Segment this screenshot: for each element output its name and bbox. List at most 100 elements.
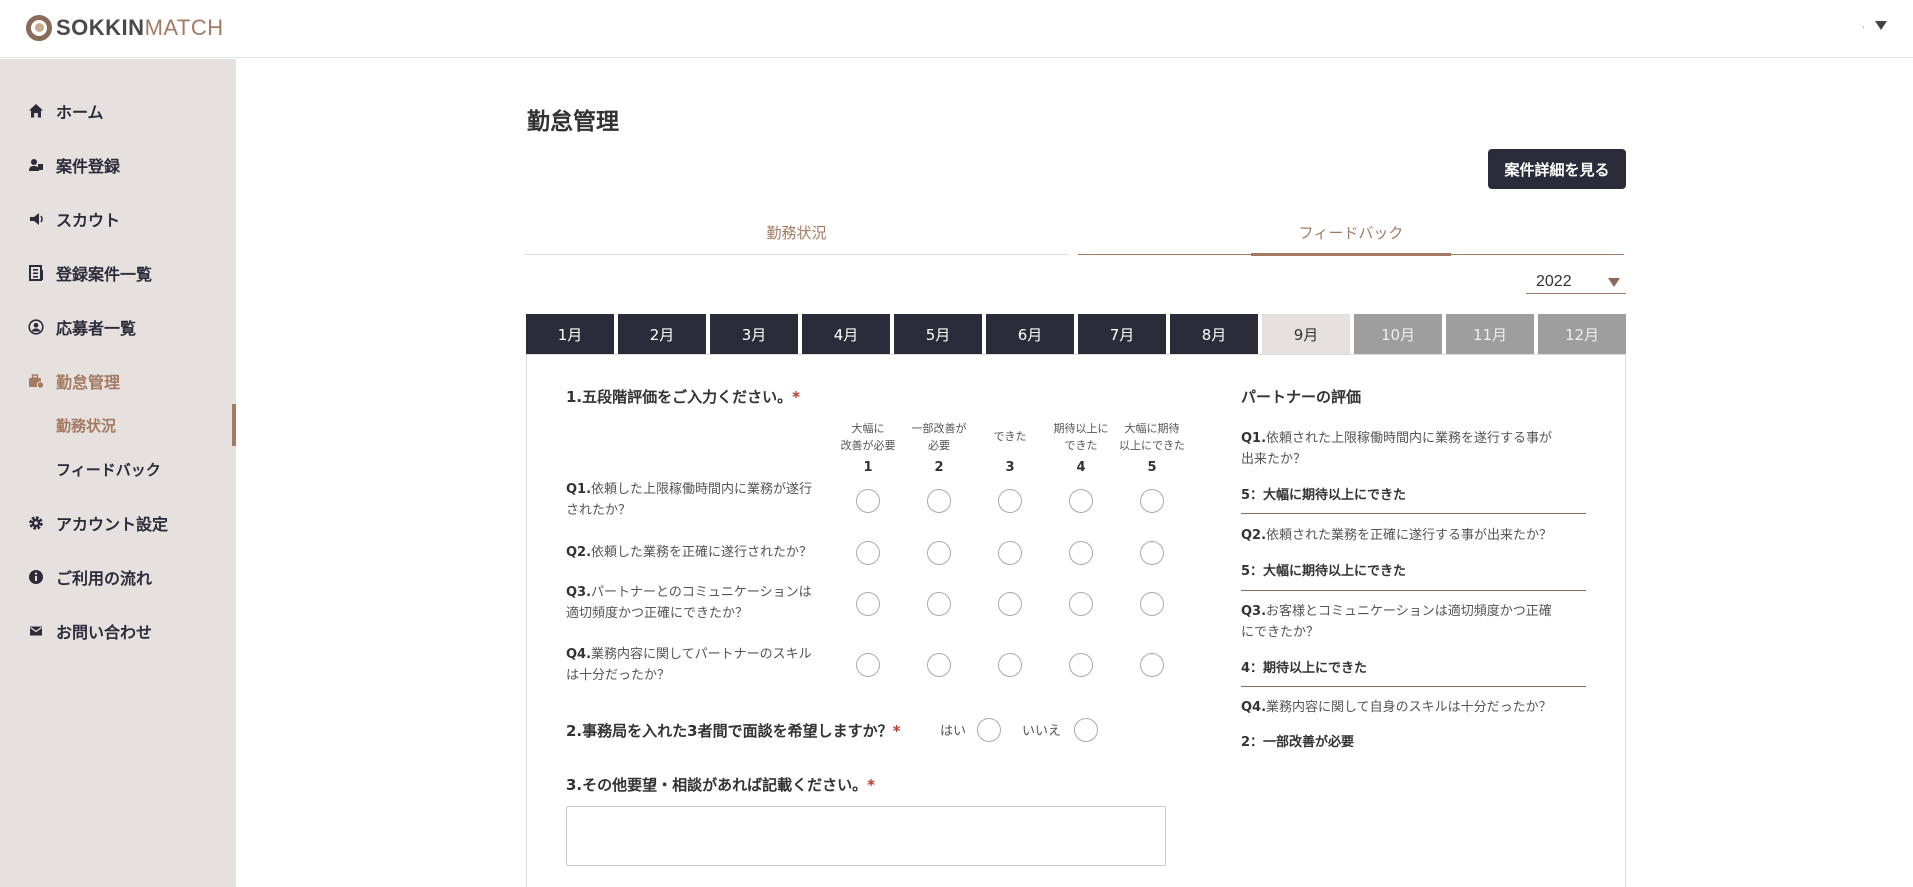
user-name: . bbox=[1861, 20, 1865, 31]
yes-label: はい bbox=[940, 724, 967, 739]
question-1-text: 1.五段階評価をご入力ください。 bbox=[566, 388, 793, 406]
question-1-heading: 1.五段階評価をご入力ください。* bbox=[566, 386, 800, 407]
month-tab-current[interactable]: 9月 bbox=[1262, 314, 1350, 354]
sidebar-item-usage-flow[interactable]: ご利用の流れ bbox=[28, 565, 152, 589]
partner-eval-q3: Q3.お客様とコミュニケーションは適切頻度かつ正確 にできたか？ bbox=[1241, 601, 1586, 643]
question-line: 業務内容に関して自身のスキルは十分だったか？ bbox=[1266, 700, 1552, 715]
sidebar-item-scout[interactable]: スカウト bbox=[28, 207, 120, 231]
question-line: お客様とコミュニケーションは適切頻度かつ正確 bbox=[1266, 604, 1552, 619]
caret-down-icon bbox=[1608, 278, 1620, 287]
request-textarea[interactable] bbox=[566, 806, 1166, 866]
question-q3: Q3.パートナーとのコミュニケーションは 適切頻度かつ正確にできたか？ bbox=[566, 582, 831, 624]
info-icon bbox=[28, 569, 44, 585]
q1-radio-5[interactable] bbox=[1140, 489, 1164, 513]
question-line: 依頼した上限稼働時間内に業務が遂行 bbox=[591, 482, 813, 497]
q1-radio-2[interactable] bbox=[927, 489, 951, 513]
sidebar-item-attendance[interactable]: 勤怠管理 bbox=[28, 369, 120, 393]
sidebar-item-label: 登録案件一覧 bbox=[56, 265, 153, 284]
scale-number: 5 bbox=[1147, 460, 1157, 475]
partner-eval-title: パートナーの評価 bbox=[1241, 388, 1362, 406]
q4-radio-5[interactable] bbox=[1140, 653, 1164, 677]
question-number: Q3. bbox=[566, 585, 592, 600]
scale-number: 2 bbox=[934, 460, 944, 475]
q2-radio-2[interactable] bbox=[927, 541, 951, 565]
meeting-yes-radio[interactable] bbox=[977, 718, 1001, 742]
scale-label-4: 期待以上に できた bbox=[1048, 420, 1114, 454]
q1-radio-3[interactable] bbox=[998, 489, 1022, 513]
q4-radio-1[interactable] bbox=[856, 653, 880, 677]
question-line: 依頼された上限稼働時間内に業務を遂行する事が bbox=[1266, 431, 1553, 446]
q1-radio-4[interactable] bbox=[1069, 489, 1093, 513]
month-tab[interactable]: 4月 bbox=[802, 314, 890, 354]
scale-label-line: 以上にできた bbox=[1119, 439, 1185, 452]
sidebar-item-applicants[interactable]: 応募者一覧 bbox=[28, 315, 136, 339]
tab-feedback[interactable]: フィードバック bbox=[1078, 222, 1624, 243]
scale-label-line: 必要 bbox=[928, 439, 950, 452]
month-tab[interactable]: 3月 bbox=[710, 314, 798, 354]
q2-radio-3[interactable] bbox=[998, 541, 1022, 565]
question-number: Q2. bbox=[1241, 528, 1267, 543]
q2-radio-5[interactable] bbox=[1140, 541, 1164, 565]
month-tab[interactable]: 11月 bbox=[1446, 314, 1534, 354]
question-number: Q4. bbox=[566, 647, 592, 662]
mail-icon bbox=[28, 623, 44, 639]
sidebar-item-project-register[interactable]: 案件登録 bbox=[28, 153, 120, 177]
q4-radio-4[interactable] bbox=[1069, 653, 1093, 677]
sidebar-subitem-work-status[interactable]: 勤務状況 bbox=[56, 415, 116, 436]
month-tab[interactable]: 5月 bbox=[894, 314, 982, 354]
q3-radio-1[interactable] bbox=[856, 592, 880, 616]
month-tab[interactable]: 7月 bbox=[1078, 314, 1166, 354]
sidebar-item-label: 応募者一覧 bbox=[56, 319, 137, 338]
tab-active-underline bbox=[1251, 253, 1451, 256]
sidebar-subitem-feedback[interactable]: フィードバック bbox=[56, 459, 161, 480]
q3-radio-3[interactable] bbox=[998, 592, 1022, 616]
view-project-detail-button[interactable]: 案件詳細を見る bbox=[1488, 149, 1626, 189]
scale-label-3: できた bbox=[977, 428, 1043, 445]
q4-radio-3[interactable] bbox=[998, 653, 1022, 677]
q3-radio-4[interactable] bbox=[1069, 592, 1093, 616]
scale-label-2: 一部改善が 必要 bbox=[906, 420, 972, 454]
sidebar-item-project-list[interactable]: 登録案件一覧 bbox=[28, 261, 152, 285]
sidebar-item-account-settings[interactable]: アカウント設定 bbox=[28, 511, 168, 535]
q2-radio-1[interactable] bbox=[856, 541, 880, 565]
caret-down-icon[interactable] bbox=[1875, 21, 1887, 30]
question-q4: Q4.業務内容に関してパートナーのスキルは十分だったか？ bbox=[566, 644, 831, 686]
year-select[interactable]: 2022 bbox=[1526, 270, 1626, 294]
month-tab[interactable]: 8月 bbox=[1170, 314, 1258, 354]
question-line: 依頼した業務を正確に遂行されたか？ bbox=[591, 545, 813, 560]
user-menu[interactable]: . bbox=[1862, 20, 1887, 31]
q4-radio-2[interactable] bbox=[927, 653, 951, 677]
sidebar-item-home[interactable]: ホーム bbox=[28, 99, 104, 123]
home-icon bbox=[28, 103, 44, 119]
q3-radio-5[interactable] bbox=[1140, 592, 1164, 616]
meeting-no-radio[interactable] bbox=[1074, 718, 1098, 742]
month-tab[interactable]: 2月 bbox=[618, 314, 706, 354]
q3-radio-2[interactable] bbox=[927, 592, 951, 616]
project-register-icon bbox=[28, 157, 44, 173]
question-number: Q3. bbox=[1241, 604, 1267, 619]
question-line: 依頼された業務を正確に遂行する事が出来たか？ bbox=[1266, 528, 1553, 543]
question-3-text: 3.その他要望・相談があれば記載ください。 bbox=[566, 776, 868, 794]
scale-label-5: 大幅に期待 以上にできた bbox=[1119, 420, 1185, 454]
month-tab[interactable]: 12月 bbox=[1538, 314, 1626, 354]
logo[interactable]: SOKKIN MATCH bbox=[26, 14, 224, 42]
tab-work-status[interactable]: 勤務状況 bbox=[524, 222, 1069, 243]
sidebar-item-label: 勤怠管理 bbox=[56, 373, 121, 392]
partner-eval-a3: 4：期待以上にできた bbox=[1241, 661, 1368, 676]
month-tab[interactable]: 1月 bbox=[526, 314, 614, 354]
logo-text-bold: SOKKIN bbox=[56, 15, 145, 40]
question-line: は十分だったか？ bbox=[566, 668, 671, 683]
question-line: 業務内容に関してパートナーのスキル bbox=[591, 647, 812, 662]
q1-radio-1[interactable] bbox=[856, 489, 880, 513]
partner-eval-q2: Q2.依頼された業務を正確に遂行する事が出来たか？ bbox=[1241, 525, 1586, 546]
scale-label-1: 大幅に 改善が必要 bbox=[835, 420, 901, 454]
partner-eval-a2: 5：大幅に期待以上にできた bbox=[1241, 564, 1407, 579]
partner-eval-q1: Q1.依頼された上限稼働時間内に業務を遂行する事が 出来たか？ bbox=[1241, 428, 1586, 470]
sidebar-item-contact[interactable]: お問い合わせ bbox=[28, 619, 152, 643]
user-circle-icon bbox=[28, 319, 44, 335]
q2-radio-4[interactable] bbox=[1069, 541, 1093, 565]
month-tab[interactable]: 10月 bbox=[1354, 314, 1442, 354]
tab-divider bbox=[524, 254, 1069, 255]
month-tab[interactable]: 6月 bbox=[986, 314, 1074, 354]
active-indicator bbox=[232, 404, 236, 446]
